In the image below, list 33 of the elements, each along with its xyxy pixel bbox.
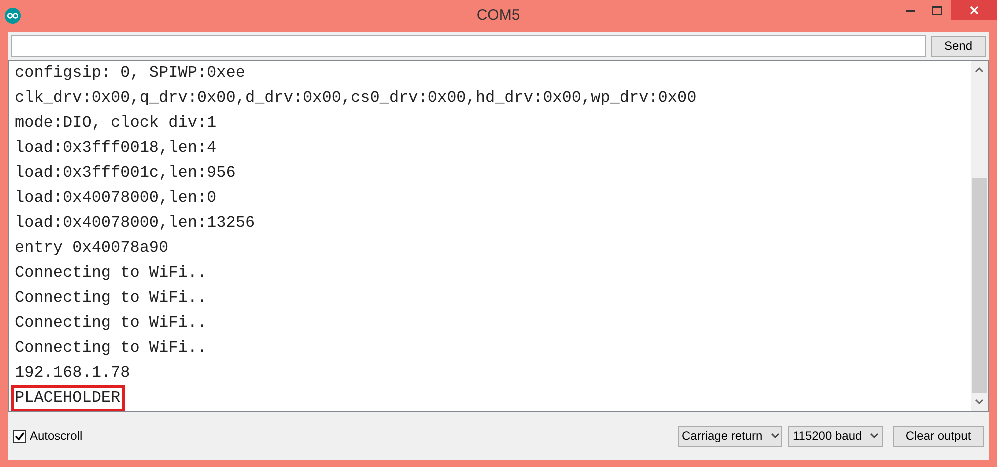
app-logo-icon [5, 8, 21, 24]
dropdown-caret-icon [770, 433, 780, 439]
window-title: COM5 [476, 6, 520, 26]
output-line: entry 0x40078a90 [14, 238, 170, 259]
dropdown-caret-icon [870, 433, 880, 439]
output-line: 192.168.1.78 [14, 363, 132, 384]
output-line: configsip: 0, SPIWP:0xee [14, 63, 246, 84]
output-line: load:0x40078000,len:0 [14, 188, 218, 209]
output-line: Connecting to WiFi.. [14, 313, 208, 334]
minimize-icon [906, 8, 914, 12]
output-line: mode:DIO, clock div:1 [14, 113, 218, 134]
output-line: Connecting to WiFi.. [14, 288, 208, 309]
checkmark-icon [14, 432, 24, 440]
baud-rate-dropdown[interactable]: 115200 baud [788, 426, 883, 446]
scroll-up-icon [975, 67, 984, 73]
scroll-down-icon [975, 399, 984, 405]
line-ending-dropdown[interactable]: Carriage return [678, 426, 782, 446]
output-line: Connecting to WiFi.. [14, 338, 208, 359]
send-button[interactable]: Send [931, 36, 986, 56]
output-line: Connecting to WiFi.. [14, 263, 208, 284]
autoscroll-checkbox[interactable] [13, 430, 26, 442]
send-field[interactable] [11, 35, 926, 57]
output-line: load:0x40078000,len:13256 [14, 213, 256, 234]
autoscroll-label: Autoscroll [30, 428, 83, 445]
scrollbar[interactable] [971, 61, 988, 411]
output-line: load:0x3fff0018,len:4 [14, 138, 218, 159]
close-icon [970, 6, 978, 14]
output-line: clk_drv:0x00,q_drv:0x00,d_drv:0x00,cs0_drv:0x00,hd_drv:0x00,wp_drv:0x00 [14, 88, 698, 109]
maximize-icon [932, 6, 942, 14]
clear-output-button[interactable]: Clear output [893, 426, 984, 446]
scrollbar-thumb[interactable] [972, 178, 987, 393]
close-button[interactable] [951, 0, 997, 20]
output-line: load:0x3fff001c,len:956 [14, 163, 237, 184]
